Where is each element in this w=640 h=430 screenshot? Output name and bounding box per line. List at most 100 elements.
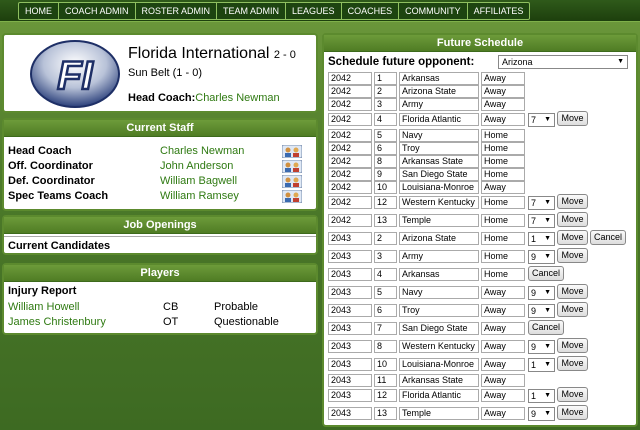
team-conference: Sun Belt (1 - 0) <box>128 67 202 79</box>
cancel-button[interactable]: Cancel <box>590 230 626 245</box>
schedule-home-away: Away <box>481 340 525 353</box>
schedule-opponent: Troy <box>399 304 479 317</box>
move-button[interactable]: Move <box>557 302 588 317</box>
schedule-home-away: Away <box>481 72 525 85</box>
move-button[interactable]: Move <box>557 405 588 420</box>
week-select[interactable]: 7 ▼ <box>528 196 555 210</box>
move-button[interactable]: Move <box>557 248 588 263</box>
schedule-week: 10 <box>374 181 397 194</box>
staff-role: Def. Coordinator <box>8 175 95 187</box>
schedule-week: 13 <box>374 214 397 227</box>
coaches-icon[interactable] <box>282 175 302 188</box>
schedule-title: Future Schedule <box>324 35 636 52</box>
move-button[interactable]: Move <box>557 230 588 245</box>
schedule-home-away: Away <box>481 113 525 126</box>
nav-home[interactable]: HOME <box>19 3 59 19</box>
future-schedule-panel: Future Schedule Schedule future opponent… <box>322 33 638 427</box>
schedule-home-away: Away <box>481 322 525 335</box>
schedule-home-away: Home <box>481 129 525 142</box>
week-select[interactable]: 9 ▼ <box>528 304 555 318</box>
schedule-week: 12 <box>374 196 397 209</box>
schedule-week: 5 <box>374 286 397 299</box>
schedule-opponent: Army <box>399 250 479 263</box>
schedule-week: 3 <box>374 98 397 111</box>
top-nav: HOME COACH ADMIN ROSTER ADMIN TEAM ADMIN… <box>0 0 640 22</box>
coaches-icon[interactable] <box>282 145 302 158</box>
schedule-home-away: Home <box>481 268 525 281</box>
chevron-down-icon: ▼ <box>544 343 551 350</box>
chevron-down-icon: ▼ <box>544 199 551 206</box>
nav-community[interactable]: COMMUNITY <box>399 3 468 19</box>
nav-bar: HOME COACH ADMIN ROSTER ADMIN TEAM ADMIN… <box>18 2 531 20</box>
schedule-opponent: Florida Atlantic <box>399 113 479 126</box>
schedule-row: 2042 13 Temple Home 7 ▼ Move <box>328 212 634 228</box>
schedule-home-away: Home <box>481 214 525 227</box>
nav-coach-admin[interactable]: COACH ADMIN <box>59 3 136 19</box>
schedule-week: 3 <box>374 250 397 263</box>
week-select[interactable]: 1 ▼ <box>528 389 555 403</box>
week-select-value: 9 <box>531 342 537 352</box>
schedule-week: 4 <box>374 268 397 281</box>
nav-affiliates[interactable]: AFFILIATES <box>468 3 530 19</box>
nav-leagues[interactable]: LEAGUES <box>286 3 342 19</box>
player-name[interactable]: James Christenbury <box>8 316 106 328</box>
coaches-icon[interactable] <box>282 190 302 203</box>
opponent-select[interactable]: Arizona ▼ <box>498 55 628 69</box>
schedule-week: 12 <box>374 389 397 402</box>
week-select[interactable]: 9 ▼ <box>528 286 555 300</box>
player-position: OT <box>163 316 179 328</box>
schedule-row: 2043 10 Louisiana-Monroe Away 1 ▼ Move <box>328 356 634 372</box>
staff-name[interactable]: William Bagwell <box>160 175 237 187</box>
player-name[interactable]: William Howell <box>8 301 80 313</box>
chevron-down-icon: ▼ <box>617 58 624 65</box>
nav-roster-admin[interactable]: ROSTER ADMIN <box>136 3 218 19</box>
cancel-button[interactable]: Cancel <box>528 320 564 335</box>
schedule-week: 2 <box>374 85 397 98</box>
schedule-year: 2042 <box>328 72 372 85</box>
nav-coaches[interactable]: COACHES <box>342 3 400 19</box>
schedule-row: 2043 5 Navy Away 9 ▼ Move <box>328 284 634 300</box>
nav-team-admin[interactable]: TEAM ADMIN <box>217 3 287 19</box>
schedule-row: 2043 13 Temple Away 9 ▼ Move <box>328 405 634 421</box>
coaches-icon[interactable] <box>282 160 302 173</box>
schedule-year: 2043 <box>328 304 372 317</box>
schedule-home-away: Home <box>481 168 525 181</box>
schedule-year: 2042 <box>328 155 372 168</box>
week-select[interactable]: 9 ▼ <box>528 250 555 264</box>
staff-name[interactable]: John Anderson <box>160 160 233 172</box>
week-select[interactable]: 1 ▼ <box>528 358 555 372</box>
chevron-down-icon: ▼ <box>544 361 551 368</box>
team-header-panel: FI Florida International 2 - 0 Sun Belt … <box>2 33 318 113</box>
staff-title: Current Staff <box>4 120 316 137</box>
week-select[interactable]: 7 ▼ <box>528 214 555 228</box>
schedule-home-away: Away <box>481 304 525 317</box>
staff-name[interactable]: Charles Newman <box>160 145 244 157</box>
move-button[interactable]: Move <box>557 111 588 126</box>
schedule-home-away: Home <box>481 250 525 263</box>
jobs-title: Job Openings <box>4 217 316 234</box>
schedule-opponent: Arkansas <box>399 72 479 85</box>
week-select[interactable]: 1 ▼ <box>528 232 555 246</box>
schedule-week: 5 <box>374 129 397 142</box>
head-coach-label: Head Coach: <box>128 92 196 104</box>
move-button[interactable]: Move <box>557 356 588 371</box>
week-select[interactable]: 9 ▼ <box>528 340 555 354</box>
head-coach-link[interactable]: Charles Newman <box>195 92 279 104</box>
move-button[interactable]: Move <box>557 387 588 402</box>
cancel-button[interactable]: Cancel <box>528 266 564 281</box>
logo-text: FI <box>57 54 93 98</box>
schedule-opponent: Arkansas <box>399 268 479 281</box>
move-button[interactable]: Move <box>557 194 588 209</box>
week-select[interactable]: 9 ▼ <box>528 407 555 421</box>
move-button[interactable]: Move <box>557 338 588 353</box>
schedule-home-away: Away <box>481 98 525 111</box>
schedule-row: 2043 3 Army Home 9 ▼ Move <box>328 248 634 264</box>
schedule-week: 8 <box>374 155 397 168</box>
team-name: Florida International <box>128 45 270 62</box>
chevron-down-icon: ▼ <box>544 392 551 399</box>
week-select[interactable]: 7 ▼ <box>528 113 555 127</box>
move-button[interactable]: Move <box>557 284 588 299</box>
move-button[interactable]: Move <box>557 212 588 227</box>
schedule-opponent: Navy <box>399 129 479 142</box>
staff-name[interactable]: William Ramsey <box>160 190 239 202</box>
